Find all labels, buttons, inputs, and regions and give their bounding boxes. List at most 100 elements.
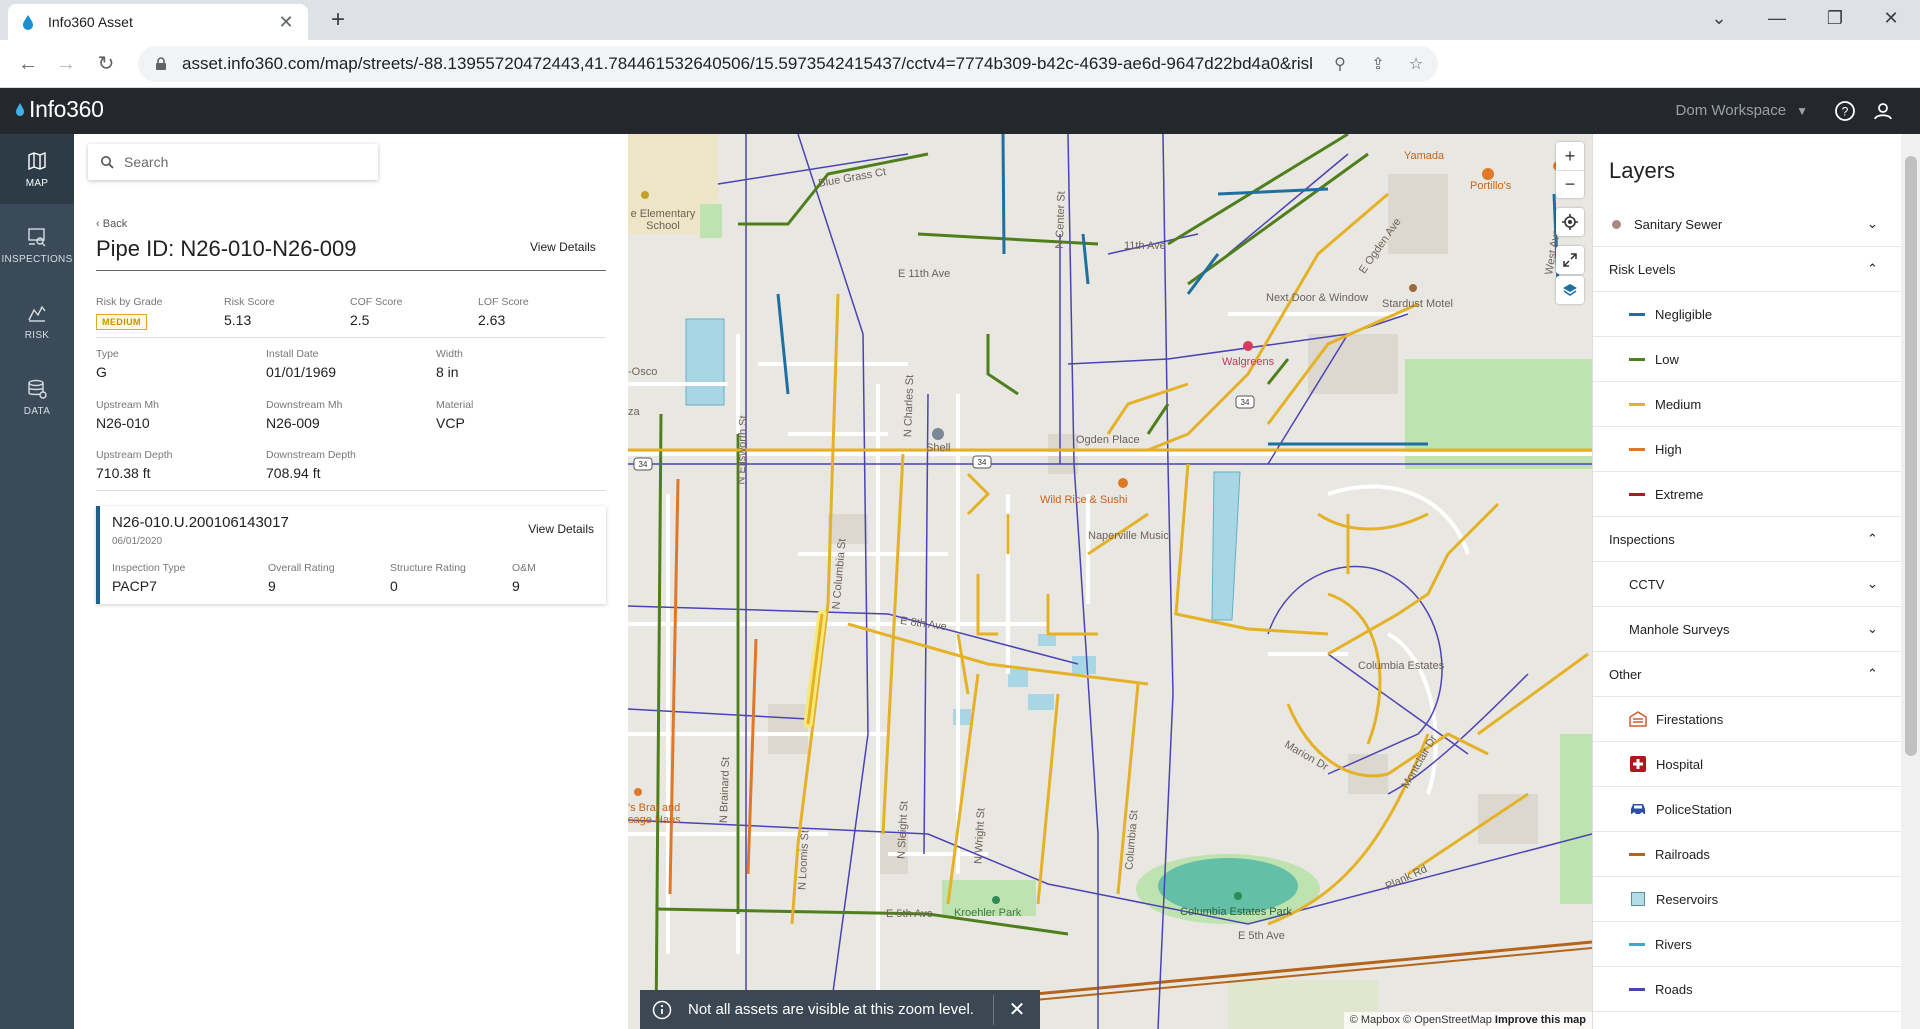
inspection-id: N26-010.U.200106143017 — [112, 514, 289, 531]
pond-west — [685, 318, 725, 406]
improve-map-link[interactable]: Improve this map — [1495, 1014, 1586, 1026]
url-omnibox[interactable]: asset.info360.com/map/streets/-88.139557… — [138, 46, 1438, 82]
layer-rivers[interactable]: Rivers — [1593, 922, 1901, 967]
pipe-view-details-link[interactable]: View Details — [530, 240, 596, 254]
nav-risk-label: RISK — [24, 329, 50, 341]
layer-policestation[interactable]: PoliceStation — [1593, 787, 1901, 832]
group-risk-levels[interactable]: Risk Levels ⌃ — [1593, 247, 1901, 292]
lof-score-value: 2.63 — [478, 312, 506, 328]
inspection-card[interactable]: N26-010.U.200106143017 06/01/2020 View D… — [96, 506, 606, 604]
scrollbar-thumb[interactable] — [1905, 156, 1917, 756]
map-canvas[interactable]: 34 34 34 e Elementary School Blue Grass … — [628, 134, 1592, 1029]
zoom-icon[interactable]: ⚲ — [1330, 54, 1350, 74]
group-inspections[interactable]: Inspections ⌃ — [1593, 517, 1901, 562]
route-34-shield: 34 — [633, 457, 653, 471]
layer-reservoirs[interactable]: Reservoirs — [1593, 877, 1901, 922]
inspection-view-details-link[interactable]: View Details — [528, 522, 594, 536]
back-link[interactable]: ‹ Back — [96, 218, 127, 230]
back-label: Back — [102, 218, 128, 230]
nav-data[interactable]: DATA — [0, 362, 74, 432]
cof-score-value: 2.5 — [350, 312, 370, 328]
sanitary-sewer-dot-icon — [1607, 215, 1625, 233]
layer-label: Rivers — [1655, 936, 1692, 952]
svg-text:?: ? — [1842, 105, 1849, 119]
share-icon[interactable]: ⇪ — [1368, 54, 1388, 74]
chevron-down-icon: ⌄ — [1867, 216, 1878, 231]
layers-toggle-button[interactable] — [1556, 276, 1584, 304]
poi-label: -Osco — [628, 366, 658, 378]
layer-label: Low — [1655, 351, 1679, 367]
nav-map[interactable]: MAP — [0, 134, 74, 204]
layer-roads[interactable]: Roads — [1593, 967, 1901, 1012]
layer-label: High — [1655, 441, 1682, 457]
width-label: Width — [436, 348, 463, 360]
user-account-icon[interactable] — [1872, 100, 1894, 122]
poi-label: za — [628, 406, 640, 418]
locate-button[interactable] — [1556, 208, 1584, 236]
tab-close-icon[interactable]: ✕ — [276, 12, 296, 33]
street-label: 11th Ave — [1124, 240, 1166, 252]
toast-close-icon[interactable]: ✕ — [994, 997, 1040, 1022]
park-label: Kroehler Park — [954, 907, 1022, 919]
fullscreen-button[interactable] — [1556, 246, 1584, 274]
river-line-icon — [1629, 942, 1645, 946]
back-arrow-icon[interactable]: ← — [14, 50, 42, 78]
zoom-in-button[interactable]: + — [1556, 142, 1584, 170]
restore-icon[interactable]: ❐ — [1806, 0, 1864, 36]
new-tab-button[interactable]: + — [324, 6, 352, 34]
minimize-icon[interactable]: — — [1748, 0, 1806, 36]
layer-label: Medium — [1655, 396, 1702, 412]
toast-message: Not all assets are visible at this zoom … — [688, 1001, 974, 1018]
layer-manhole-surveys[interactable]: Manhole Surveys ⌄ — [1593, 607, 1901, 652]
field-risk-by-grade: Risk by Grade MEDIUM — [96, 296, 163, 330]
bookmark-star-icon[interactable]: ☆ — [1406, 54, 1426, 74]
layer-cctv[interactable]: CCTV ⌄ — [1593, 562, 1901, 607]
layer-low[interactable]: Low — [1593, 337, 1901, 382]
layer-railroads[interactable]: Railroads — [1593, 832, 1901, 877]
layer-firestations[interactable]: Firestations — [1593, 697, 1901, 742]
field-cof-score: COF Score 2.5 — [350, 296, 403, 328]
search-box[interactable] — [88, 144, 378, 180]
workspace-selector[interactable]: Dom Workspace ▼ — [1676, 102, 1808, 119]
reload-icon[interactable]: ↻ — [92, 50, 120, 78]
poi-label: Yamada — [1404, 150, 1445, 162]
nav-inspections[interactable]: INSPECTIONS — [0, 210, 74, 280]
route-34-shield: 34 — [1235, 395, 1255, 409]
browser-tab[interactable]: Info360 Asset ✕ — [8, 4, 308, 40]
search-input[interactable] — [124, 154, 364, 170]
close-window-icon[interactable]: ✕ — [1862, 0, 1920, 36]
layer-sanitary-sewer[interactable]: Sanitary Sewer ⌄ — [1593, 202, 1901, 247]
overall-rating-label: Overall Rating — [268, 562, 335, 574]
logo-text: Info360 — [29, 96, 104, 122]
forward-arrow-icon[interactable]: → — [52, 50, 80, 78]
group-label: Other — [1609, 666, 1642, 682]
map-attribution: © Mapbox © OpenStreetMap Improve this ma… — [1343, 1012, 1592, 1029]
tab-search-icon[interactable]: ⌄ — [1690, 0, 1748, 36]
layer-label: PoliceStation — [1656, 801, 1732, 817]
high-risk-pipes — [668, 478, 758, 895]
shell-poi-icon — [932, 428, 944, 440]
layer-hospital[interactable]: Hospital — [1593, 742, 1901, 787]
info-icon — [652, 1000, 672, 1019]
nav-risk[interactable]: RISK — [0, 286, 74, 356]
layer-label: Manhole Surveys — [1629, 621, 1730, 637]
left-navigation: MAP INSPECTIONS RISK DATA — [0, 134, 74, 1029]
street-label: E 11th Ave — [898, 268, 951, 280]
layers-scrollbar[interactable] — [1901, 134, 1920, 1029]
nav-inspections-label: INSPECTIONS — [1, 253, 73, 265]
layer-high[interactable]: High — [1593, 427, 1901, 472]
layer-extreme[interactable]: Extreme — [1593, 472, 1901, 517]
app-logo[interactable]: Info360 — [14, 96, 104, 123]
group-other[interactable]: Other ⌃ — [1593, 652, 1901, 697]
attribution-text[interactable]: © Mapbox © OpenStreetMap — [1350, 1014, 1492, 1026]
layer-negligible[interactable]: Negligible — [1593, 292, 1901, 337]
map-icon — [28, 151, 46, 170]
layer-label: Sanitary Sewer — [1634, 216, 1723, 232]
upstream-mh-label: Upstream Mh — [96, 399, 160, 411]
zoom-out-button[interactable]: − — [1556, 170, 1584, 198]
structure-rating-value: 0 — [390, 578, 398, 594]
pipe-title: Pipe ID: N26-010-N26-009 — [96, 236, 357, 261]
help-icon[interactable]: ? — [1834, 100, 1856, 122]
layer-medium[interactable]: Medium — [1593, 382, 1901, 427]
field-lof-score: LOF Score 2.63 — [478, 296, 529, 328]
